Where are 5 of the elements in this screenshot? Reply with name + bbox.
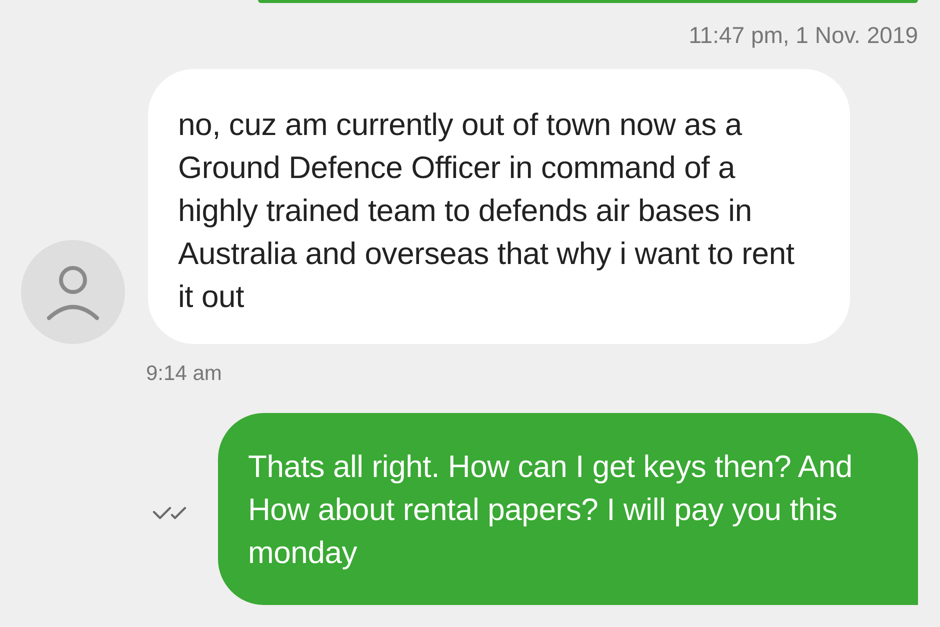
message-timestamp: 11:47 pm, 1 Nov. 2019 bbox=[688, 22, 919, 49]
message-bubble: no, cuz am currently out of town now as a Ground Defence Officer in command of a highly trained team to defends air bases in Australia and overseas that why i want to rent it out bbox=[148, 69, 850, 344]
message-timestamp: 9:14 am bbox=[146, 362, 223, 386]
message-bubble: Thats all right. How can I get keys then? And How about rental papers? I will pay you this monday bbox=[218, 413, 918, 605]
avatar-icon bbox=[21, 240, 125, 344]
